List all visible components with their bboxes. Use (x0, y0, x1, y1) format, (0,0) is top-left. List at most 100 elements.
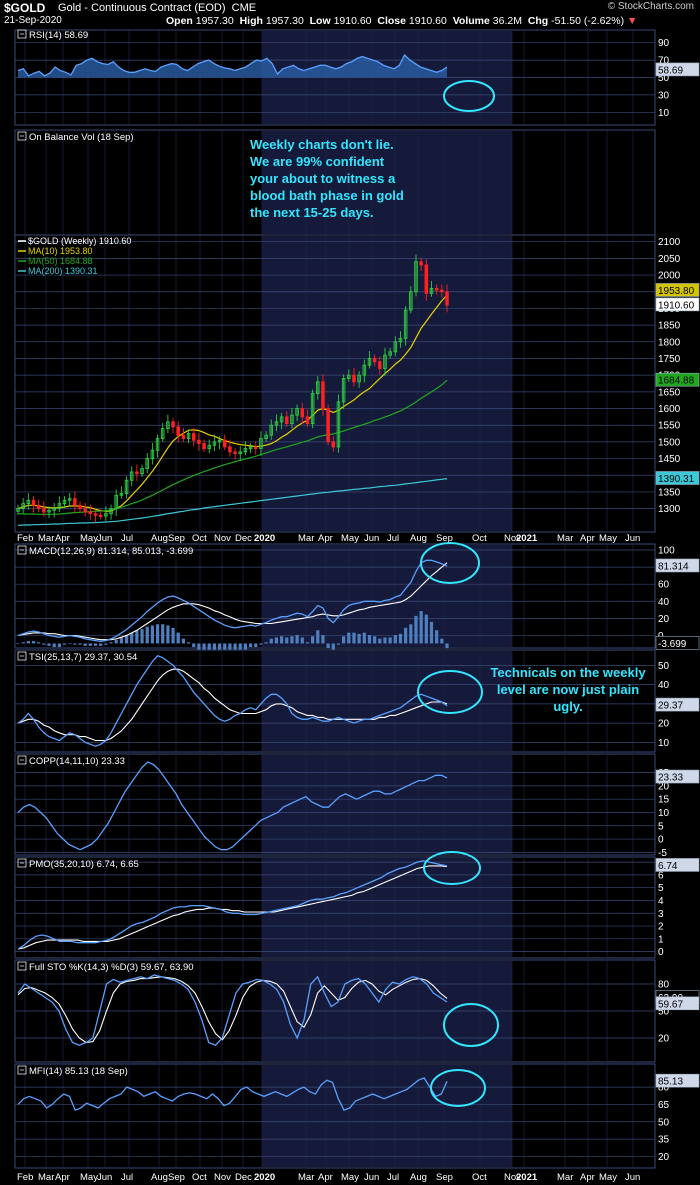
candle-body (372, 358, 377, 363)
x-axis-top-label: Feb (17, 533, 33, 544)
candle-body (202, 443, 206, 450)
macd-histogram-bar (435, 630, 439, 644)
macd-histogram-bar (362, 632, 366, 644)
macd-histogram-bar (419, 611, 423, 644)
candle-body (42, 508, 46, 513)
legend-entry: MA(50) 1684.88 (28, 256, 93, 266)
candle-body (445, 291, 449, 306)
x-axis-bottom-label: May (341, 1172, 359, 1183)
macd-histogram-bar (336, 643, 341, 645)
x-axis-top-label: Apr (580, 533, 595, 544)
x-axis-top-label: Oct (192, 533, 207, 544)
candle-body (93, 513, 98, 516)
mfi-tick-label: 65 (658, 1100, 670, 1111)
macd-histogram-bar (135, 630, 139, 644)
x-axis-top-label: Mar (557, 533, 573, 544)
candle-body (135, 471, 139, 475)
x-axis-top-label: Oct (472, 533, 487, 544)
sto-title: Full STO %K(14,3) %D(3) 59.67, 63.90 (29, 962, 194, 973)
chart-canvas: 9070503010RSI(14) 58.6958.69On Balance V… (14, 29, 700, 1183)
macd-histogram-bar (186, 642, 191, 644)
macd-tick-label: 40 (658, 597, 670, 608)
price-tick-label: 2000 (658, 271, 681, 282)
price-panel: 2100205020001950190018501800175017001650… (14, 234, 681, 533)
tsi-tick-label: 50 (658, 661, 670, 672)
x-axis-top-label: Jun (364, 533, 379, 544)
macd-histogram-bar (378, 638, 382, 644)
candle-body (78, 504, 82, 510)
macd-histogram-bar (342, 636, 346, 644)
macd-histogram-bar (68, 643, 72, 645)
price-tick-label: 1300 (658, 504, 681, 515)
pmo-tick-label: 0 (658, 947, 664, 958)
macd-histogram-bar (429, 621, 434, 644)
sto-k-last-value: 59.67 (658, 999, 683, 1010)
macd-histogram-bar (259, 643, 263, 645)
x-axis-top-label: Sep (168, 533, 185, 544)
mfi-panel: 8065503520MFI(14) 85.13 (18 Sep) (14, 1063, 670, 1169)
pmo-tick-label: 5 (658, 883, 664, 894)
tsi-tick-label: 20 (658, 719, 670, 730)
macd-histogram-bar (93, 643, 98, 646)
x-axis-bottom-label: Oct (192, 1172, 207, 1183)
price-tick-label: 2050 (658, 254, 681, 265)
pmo-title: PMO(35,20,10) 6.74, 6.65 (29, 859, 139, 870)
candle-body (300, 408, 305, 418)
macd-histogram-bar (42, 643, 46, 645)
macd-histogram-bar (321, 635, 325, 644)
candle-body (98, 514, 103, 517)
macd-histogram-bar (181, 638, 185, 644)
candle-body (197, 439, 201, 445)
macd-histogram-bar (161, 624, 165, 644)
x-axis-top-label: Jun (625, 533, 640, 544)
copp-tick-label: 15 (658, 795, 670, 806)
macd-histogram-bar (409, 624, 413, 644)
macd-histogram-bar (424, 614, 428, 644)
mfi-title: MFI(14) 85.13 (18 Sep) (29, 1066, 128, 1077)
x-axis-top-label: Nov (214, 533, 231, 544)
x-axis-top-label: Apr (318, 533, 333, 544)
pmo-tick-label: 4 (658, 896, 664, 907)
x-axis-bottom-label: Oct (472, 1172, 487, 1183)
macd-panel: 100806040200MACD(12,26,9) 81.314, 85.013… (14, 543, 675, 658)
ma200-last-value: 1390.31 (658, 474, 695, 485)
top-note-text: Weekly charts don't lie. We are 99% conf… (250, 137, 404, 220)
macd-histogram-bar (280, 636, 284, 644)
pmo-tick-label: 3 (658, 909, 664, 920)
price-tick-label: 1650 (658, 387, 681, 398)
price-tick-label: 1550 (658, 421, 681, 432)
macd-histogram-bar (357, 633, 361, 644)
macd-histogram-bar (145, 626, 149, 644)
macd-histogram-bar (109, 642, 113, 644)
x-axis-bottom-label: Jul (121, 1172, 133, 1183)
macd-histogram-bar (16, 643, 20, 645)
mfi-tick-label: 35 (658, 1135, 670, 1146)
macd-histogram-bar (166, 625, 170, 644)
stockcharts-window: $GOLD Gold - Continuous Contract (EOD) C… (0, 0, 700, 1185)
macd-histogram-bar (248, 643, 253, 648)
macd-histogram-bar (445, 643, 449, 649)
candle-body (181, 434, 186, 440)
macd-histogram-bar (254, 643, 258, 648)
candle-body (434, 287, 439, 291)
macd-histogram-bar (52, 643, 56, 648)
pmo-panel: 76543210PMO(35,20,10) 6.74, 6.65 (14, 856, 664, 959)
rsi-tick-label: 30 (658, 90, 670, 101)
mfi-panel-shade (262, 1065, 512, 1167)
candle-body (419, 261, 423, 266)
macd-histogram-bar (88, 643, 92, 646)
macd-histogram-bar (295, 635, 299, 644)
candle-body (228, 446, 232, 453)
candle-body (83, 508, 87, 513)
ma10-last-value: 1953.80 (658, 286, 695, 297)
top-note: Weekly charts don't lie. We are 99% conf… (250, 137, 404, 220)
x-axis-top-label: Aug (151, 533, 168, 544)
x-axis-top-label: Dec (235, 533, 252, 544)
tsi-panel-shade (262, 651, 512, 751)
price-tick-label: 2100 (658, 237, 681, 248)
x-axis-bottom-label: May (80, 1172, 98, 1183)
pmo-tick-label: 6 (658, 870, 664, 881)
macd-histogram-bar (104, 643, 108, 645)
macd-histogram-bar (21, 642, 25, 644)
copp-tick-label: 10 (658, 808, 670, 819)
